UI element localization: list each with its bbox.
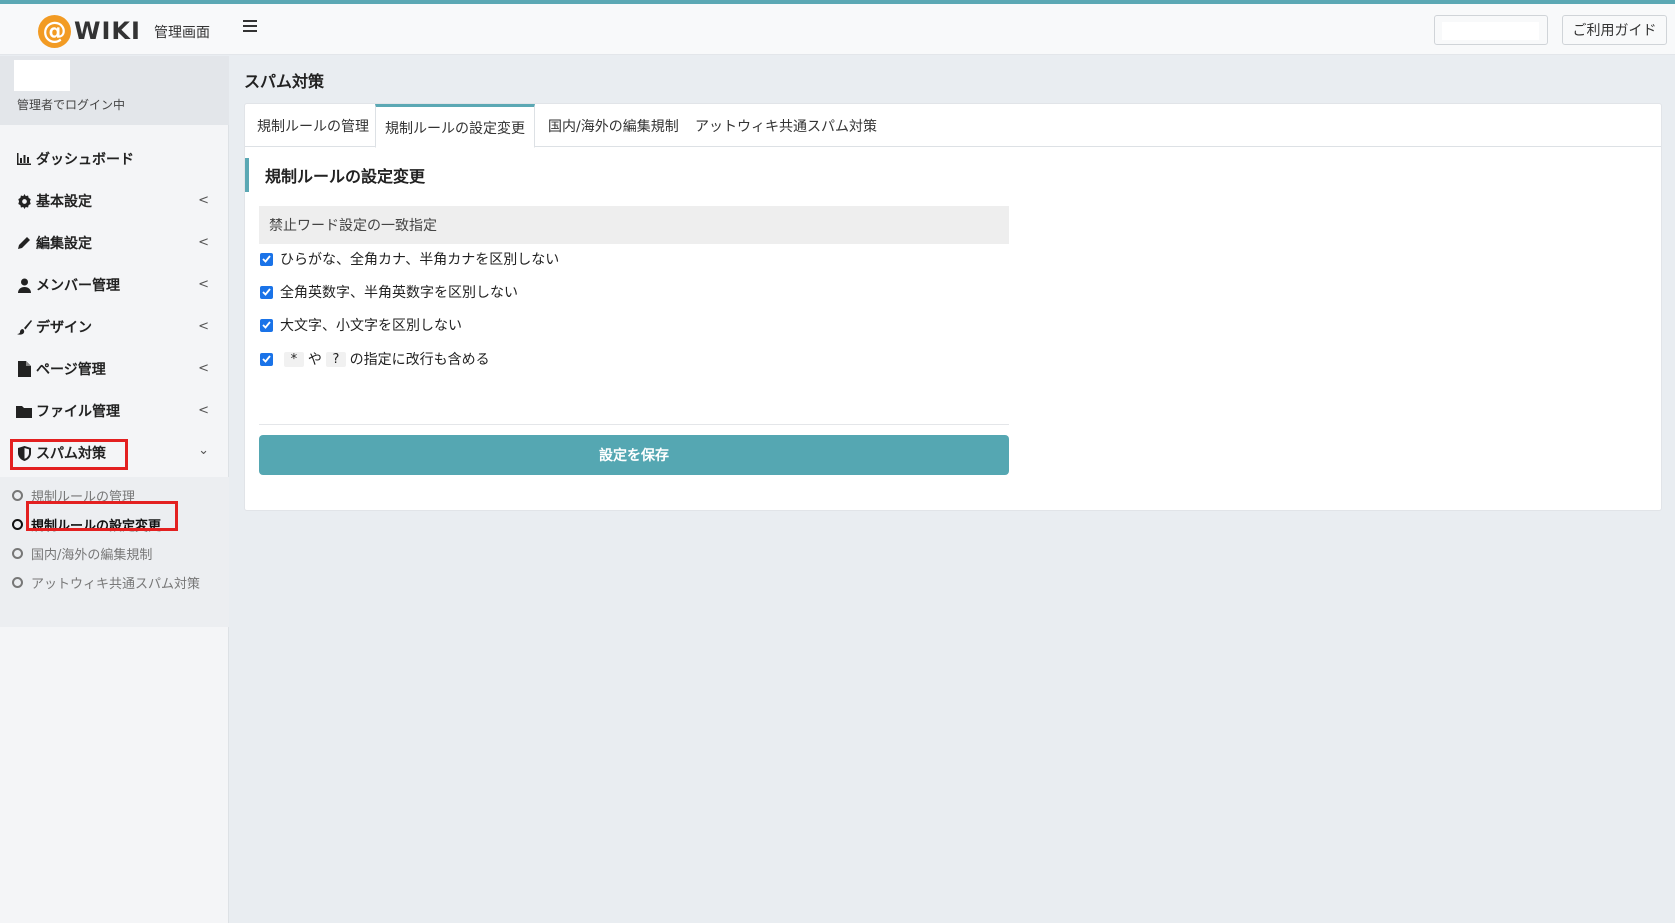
wildcard-chip: ? <box>325 351 346 367</box>
sidebar-item-dashboard[interactable]: ダッシュボード <box>0 141 229 177</box>
checkbox-checked[interactable] <box>260 318 273 332</box>
checkbox-checked[interactable] <box>260 352 273 366</box>
highlight-box <box>10 439 128 470</box>
option-kana[interactable]: ひらがな、全角カナ、半角カナを区別しない <box>260 249 559 269</box>
sidebar-item-label: デザイン <box>36 320 92 336</box>
pencil-icon <box>16 235 32 251</box>
chevron-left-icon: < <box>198 277 209 292</box>
chevron-left-icon: < <box>198 193 209 208</box>
page-title: スパム対策 <box>244 72 325 91</box>
circle-icon <box>12 547 23 559</box>
option-label: 大文字、小文字を区別しない <box>280 318 462 334</box>
circle-icon <box>12 489 23 501</box>
chevron-left-icon: < <box>198 403 209 418</box>
logo-text: WIKI <box>74 17 141 45</box>
bar-chart-icon <box>16 151 32 167</box>
login-status: 管理者でログイン中 <box>17 98 126 112</box>
settings-card: 規制ルールの管理 規制ルールの設定変更 国内/海外の編集規制 アットウィキ共通ス… <box>244 103 1662 511</box>
option-newline[interactable]: * や ? の指定に改行も含める <box>260 349 490 369</box>
tab-rule-settings[interactable]: 規制ルールの設定変更 <box>375 104 535 148</box>
sidebar-item-basic-settings[interactable]: 基本設定 < <box>0 183 229 219</box>
submenu-item-region-restriction[interactable]: 国内/海外の編集規制 <box>0 541 229 565</box>
circle-icon <box>12 576 23 588</box>
header-account-box[interactable] <box>1434 15 1548 45</box>
option-label: 全角英数字、半角英数字を区別しない <box>280 285 518 301</box>
checkbox-checked[interactable] <box>260 252 273 266</box>
option-case[interactable]: 大文字、小文字を区別しない <box>260 315 462 335</box>
chevron-left-icon: < <box>198 361 209 376</box>
submenu-item-label: アットウィキ共通スパム対策 <box>31 576 201 592</box>
header-title: 管理画面 <box>154 25 210 41</box>
option-label-connector: や <box>307 352 322 368</box>
sidebar-item-design[interactable]: デザイン < <box>0 309 229 345</box>
divider <box>259 424 1009 425</box>
user-panel: 管理者でログイン中 <box>0 56 229 125</box>
at-logo-icon: @ <box>38 14 71 48</box>
tab-region-restriction[interactable]: 国内/海外の編集規制 <box>548 104 680 147</box>
sidebar-item-label: ダッシュボード <box>36 152 134 168</box>
sidebar-item-edit-settings[interactable]: 編集設定 < <box>0 225 229 261</box>
sidebar-item-pages[interactable]: ページ管理 < <box>0 351 229 387</box>
file-icon <box>16 361 32 377</box>
sidebar-item-label: 編集設定 <box>36 236 92 252</box>
checkbox-checked[interactable] <box>260 285 273 299</box>
save-button[interactable]: 設定を保存 <box>259 435 1009 475</box>
sidebar-item-files[interactable]: ファイル管理 < <box>0 393 229 429</box>
tab-rule-management[interactable]: 規制ルールの管理 <box>257 104 373 147</box>
submenu-item-label: 国内/海外の編集規制 <box>31 547 153 563</box>
sidebar: 管理者でログイン中 ダッシュボード 基本設定 < 編集設定 < メンバー管理 <… <box>0 56 229 923</box>
gear-icon <box>16 193 32 209</box>
highlight-box <box>26 501 178 531</box>
sidebar-item-label: メンバー管理 <box>36 278 120 294</box>
spam-submenu: 規制ルールの管理 規制ルールの設定変更 国内/海外の編集規制 アットウィキ共通ス… <box>0 477 229 627</box>
wildcard-chip: * <box>284 351 304 367</box>
chevron-left-icon: < <box>198 319 209 334</box>
option-width[interactable]: 全角英数字、半角英数字を区別しない <box>260 282 518 302</box>
sidebar-item-label: ページ管理 <box>36 362 106 378</box>
circle-icon <box>12 518 23 530</box>
chevron-left-icon: < <box>198 235 209 250</box>
brush-icon <box>16 319 32 335</box>
header-account-field <box>1442 22 1539 40</box>
tab-bar: 規制ルールの管理 規制ルールの設定変更 国内/海外の編集規制 アットウィキ共通ス… <box>245 104 1661 148</box>
logo[interactable]: @ WIKI <box>38 14 141 48</box>
sidebar-item-members[interactable]: メンバー管理 < <box>0 267 229 303</box>
hamburger-menu-icon[interactable] <box>243 20 257 34</box>
user-icon <box>16 277 32 293</box>
subsection-title: 禁止ワード設定の一致指定 <box>259 206 1009 244</box>
option-label: ひらがな、全角カナ、半角カナを区別しない <box>280 252 560 268</box>
guide-button[interactable]: ご利用ガイド <box>1562 15 1667 45</box>
chevron-down-icon: ⌄ <box>198 443 209 458</box>
sidebar-item-label: 基本設定 <box>36 194 92 210</box>
submenu-item-common-spam[interactable]: アットウィキ共通スパム対策 <box>0 570 229 594</box>
sidebar-item-label: ファイル管理 <box>36 404 120 420</box>
section-title: 規制ルールの設定変更 <box>245 158 425 192</box>
option-label: の指定に改行も含める <box>349 352 490 368</box>
avatar <box>14 60 70 91</box>
folder-icon <box>16 403 32 419</box>
tab-common-spam[interactable]: アットウィキ共通スパム対策 <box>695 104 885 147</box>
header: @ WIKI 管理画面 ご利用ガイド <box>0 4 1675 55</box>
